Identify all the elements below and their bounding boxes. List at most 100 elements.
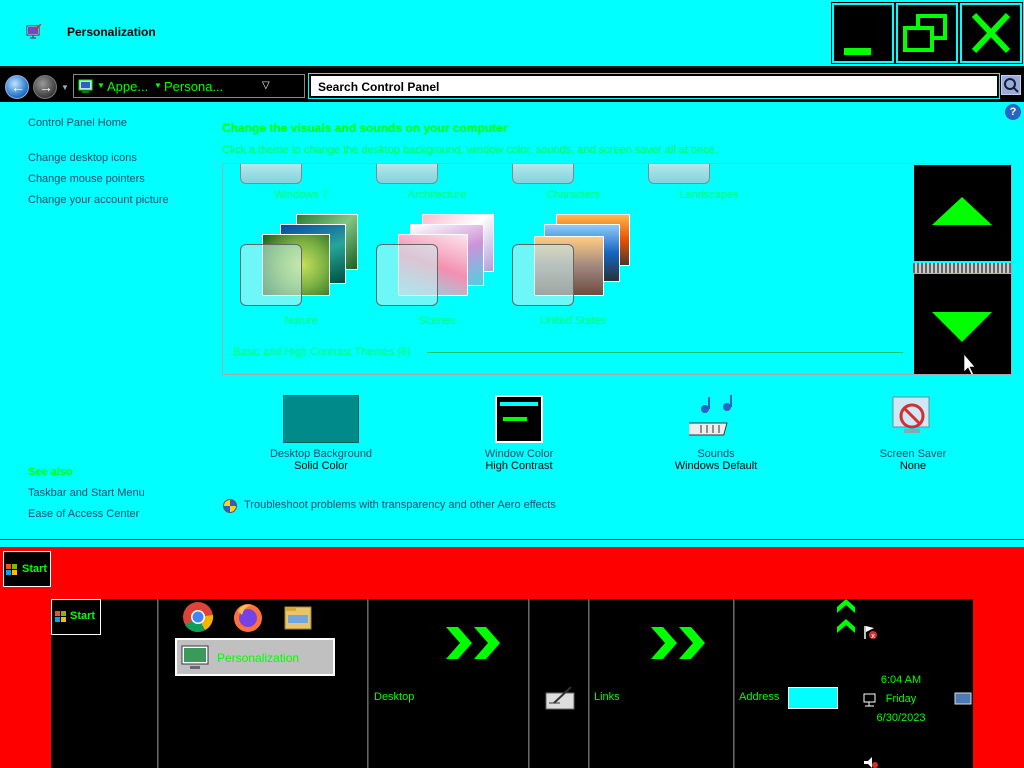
scrollbar-thumb[interactable] xyxy=(913,263,1011,273)
sounds-label[interactable]: Sounds xyxy=(651,448,781,460)
theme-list[interactable]: Windows 7 Architecture Characters Landsc… xyxy=(222,163,1012,375)
search-button[interactable] xyxy=(1001,75,1021,95)
taskbar-separator[interactable] xyxy=(528,599,530,768)
see-also-heading: See also xyxy=(28,466,73,478)
clock-time[interactable]: 6:04 AM xyxy=(841,674,961,686)
theme-label[interactable]: Nature xyxy=(233,315,369,327)
sounds-item[interactable]: Sounds Windows Default xyxy=(651,448,781,472)
theme-label[interactable]: United States xyxy=(505,315,641,327)
breadcrumb-separator-icon[interactable]: ▼ xyxy=(97,81,105,90)
breadcrumb-separator-icon[interactable]: ▼ xyxy=(154,81,162,90)
desktop-background-icon[interactable] xyxy=(283,395,359,443)
clock-date[interactable]: 6/30/2023 xyxy=(841,712,961,724)
taskbar-separator[interactable] xyxy=(157,599,159,768)
theme-thumbnail-landscapes[interactable] xyxy=(648,164,710,184)
forward-button[interactable]: → xyxy=(33,75,57,99)
change-mouse-pointers-link[interactable]: Change mouse pointers xyxy=(28,173,145,185)
address-toolbar-label[interactable]: Address xyxy=(739,691,779,703)
desktop-background-value: Solid Color xyxy=(294,460,348,472)
control-panel-home-link[interactable]: Control Panel Home xyxy=(28,117,127,129)
screen-saver-icon[interactable] xyxy=(890,394,934,440)
sounds-value: Windows Default xyxy=(674,460,758,472)
change-account-picture-link[interactable]: Change your account picture xyxy=(28,194,169,206)
scroll-up-button[interactable] xyxy=(913,164,1011,262)
help-icon[interactable]: ? xyxy=(1005,104,1021,120)
desktop-toolbar-chevron-icon[interactable] xyxy=(446,627,502,659)
scroll-up-arrow-icon xyxy=(932,197,992,225)
back-button[interactable]: ← xyxy=(5,75,29,99)
theme-nature[interactable] xyxy=(240,214,370,314)
change-desktop-icons-link[interactable]: Change desktop icons xyxy=(28,152,137,164)
recent-pages-dropdown[interactable]: ▼ xyxy=(61,83,69,92)
network-icon[interactable] xyxy=(862,692,878,708)
desktop-background-item[interactable]: Desktop Background Solid Color xyxy=(256,448,386,472)
start-button-inner[interactable]: Start xyxy=(51,599,101,635)
taskbar-item-personalization[interactable]: Personalization xyxy=(175,638,335,676)
theme-thumbnail-windows7[interactable] xyxy=(240,164,302,184)
task-label: Personalization xyxy=(217,651,300,665)
desktop-toolbar-label[interactable]: Desktop xyxy=(374,691,414,703)
breadcrumb-item-appearance[interactable]: Appe... xyxy=(107,79,148,94)
section-divider xyxy=(427,352,903,353)
breadcrumb[interactable]: ▼ Appe... ▼ Persona... ▽ xyxy=(73,74,374,98)
theme-label[interactable]: Windows 7 xyxy=(233,189,369,201)
taskbar-separator[interactable] xyxy=(588,599,590,768)
restore-icon xyxy=(903,14,947,52)
address-toolbar-input[interactable] xyxy=(788,687,838,709)
window-color-value: High Contrast xyxy=(485,460,553,472)
links-toolbar-label[interactable]: Links xyxy=(594,691,620,703)
theme-label[interactable]: Scenes xyxy=(369,315,505,327)
scroll-down-button[interactable] xyxy=(913,273,1011,374)
start-button[interactable]: Start xyxy=(3,551,51,587)
control-panel-icon xyxy=(78,79,93,93)
search-placeholder: Search Control Panel xyxy=(318,80,440,94)
show-desktop-icon[interactable] xyxy=(954,691,972,707)
theme-united-states[interactable] xyxy=(512,214,642,314)
search-input[interactable]: Search Control Panel xyxy=(308,73,1000,99)
address-dropdown-icon[interactable]: ▽ xyxy=(262,80,270,91)
page-title: Change the visuals and sounds on your co… xyxy=(222,121,508,135)
window-color-icon[interactable] xyxy=(495,395,543,443)
back-arrow-icon: ← xyxy=(11,79,25,95)
file-explorer-icon[interactable] xyxy=(282,601,314,633)
ease-of-access-link[interactable]: Ease of Access Center xyxy=(28,508,139,520)
theme-label[interactable]: Landscapes xyxy=(641,189,777,201)
maximize-button[interactable] xyxy=(895,2,959,64)
theme-thumbnail-characters[interactable] xyxy=(512,164,574,184)
taskbar: Start Start Personalization Desktop Link… xyxy=(0,547,1024,768)
personalization-icon xyxy=(181,645,209,669)
taskbar-start-menu-link[interactable]: Taskbar and Start Menu xyxy=(28,487,145,499)
theme-label[interactable]: Characters xyxy=(505,189,641,201)
close-icon xyxy=(971,12,1011,54)
page-description: Click a theme to change the desktop back… xyxy=(222,144,718,156)
firefox-icon[interactable] xyxy=(232,601,264,633)
sounds-icon[interactable] xyxy=(681,393,741,445)
volume-icon[interactable] xyxy=(862,757,878,768)
window-color-label[interactable]: Window Color xyxy=(454,448,584,460)
theme-scenes[interactable] xyxy=(376,214,506,314)
screen-saver-label[interactable]: Screen Saver xyxy=(848,448,978,460)
theme-thumbnail-architecture[interactable] xyxy=(376,164,438,184)
links-toolbar-chevron-icon[interactable] xyxy=(651,627,707,659)
title-bar: Personalization xyxy=(0,0,1024,66)
action-center-flag-icon[interactable]: x xyxy=(862,624,878,640)
window-bottom-border xyxy=(0,539,1024,547)
svg-text:x: x xyxy=(871,632,875,640)
clock-day[interactable]: Friday xyxy=(841,693,961,705)
minimize-button[interactable] xyxy=(831,2,895,64)
notification-area-expand-icon[interactable] xyxy=(837,599,855,641)
taskbar-separator[interactable] xyxy=(367,599,369,768)
breadcrumb-item-personalization[interactable]: Persona... xyxy=(164,79,223,94)
scroll-down-arrow-icon xyxy=(932,312,992,374)
chrome-icon[interactable] xyxy=(182,601,214,633)
desktop-background-label[interactable]: Desktop Background xyxy=(256,448,386,460)
close-button[interactable] xyxy=(959,2,1023,64)
personalization-app-icon xyxy=(26,24,42,39)
pen-tablet-icon[interactable] xyxy=(544,685,576,711)
window-color-item[interactable]: Window Color High Contrast xyxy=(454,448,584,472)
troubleshoot-link[interactable]: Troubleshoot problems with transparency … xyxy=(244,499,556,511)
screen-saver-item[interactable]: Screen Saver None xyxy=(848,448,978,472)
taskbar-separator[interactable] xyxy=(733,599,735,768)
theme-label[interactable]: Architecture xyxy=(369,189,505,201)
windows-logo-icon xyxy=(55,611,66,622)
